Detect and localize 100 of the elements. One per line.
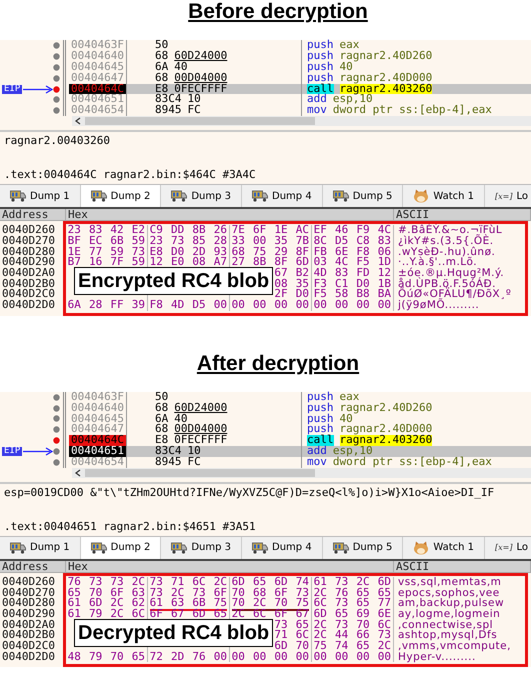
- hex-bytes: 6D 65 69 6E: [314, 607, 391, 620]
- tab[interactable]: Dump 5: [322, 185, 404, 208]
- column-header: Hex: [66, 560, 394, 572]
- tab[interactable]: [x=] Lo: [485, 536, 531, 559]
- truck-icon: [332, 190, 349, 202]
- hex-bytes: F5 58 B8 BA: [314, 287, 391, 300]
- operand-bytes: 40: [174, 62, 188, 73]
- tab[interactable]: Dump 2: [80, 185, 162, 208]
- tab[interactable]: [x=] Lo: [485, 185, 531, 208]
- opcode-bytes: 50: [155, 392, 168, 403]
- dog-icon: [413, 540, 430, 555]
- tab[interactable]: Dump 3: [161, 185, 242, 208]
- mnemonic-text: mov: [307, 457, 327, 468]
- hex-bytes: 00 00 00 00: [314, 298, 391, 312]
- address-cell-text: 0040D2C0: [1, 641, 56, 652]
- opcode-bytes: 8945: [155, 105, 182, 116]
- tab[interactable]: Dump 5: [322, 536, 404, 559]
- truck-icon: [171, 190, 188, 202]
- address-cell-text: 0040D270: [1, 236, 56, 247]
- eip-label: EIP: [2, 84, 22, 94]
- tab[interactable]: Dump 4: [242, 536, 323, 559]
- ascii-text: j(ÿ9øMÕ.........: [396, 300, 480, 311]
- scroll-left-icon: [75, 117, 81, 126]
- column-header: Address: [0, 209, 66, 220]
- mnemonic-text: push: [307, 424, 334, 436]
- operand-text: ragnar2.40D260: [340, 50, 432, 62]
- tab[interactable]: Dump 1: [0, 536, 81, 559]
- truck-icon: [252, 190, 268, 202]
- address-cell-text: 0040D280: [1, 598, 56, 610]
- truck-icon: [10, 542, 26, 554]
- address-cell: 0040464C: [69, 84, 127, 94]
- operand-bytes[interactable]: 60D24000: [174, 402, 228, 414]
- mnemonic-text: push: [307, 62, 334, 73]
- section-heading: After decryption: [196, 352, 360, 376]
- tab[interactable]: Dump 2: [80, 536, 162, 559]
- address-cell-text: 0040D2D0: [1, 652, 56, 662]
- address-cell: 00404645: [69, 62, 127, 73]
- hex-bytes: 70 68 6F 73: [232, 586, 309, 599]
- hex-bytes: 71 6C: [274, 628, 309, 642]
- eip-label: EIP: [2, 447, 22, 456]
- address-cell: 0040463F: [69, 40, 127, 51]
- address-cell-text: 0040D290: [1, 257, 56, 268]
- hex-bytes: 08 35: [274, 276, 309, 290]
- hex-bytes: 23 83 42 E2: [68, 223, 145, 236]
- tab[interactable]: Dump 4: [242, 185, 323, 208]
- hex-bytes: 73 65: [274, 618, 309, 631]
- operand-text: eax: [340, 40, 360, 51]
- mnemonic-text: call: [307, 84, 334, 94]
- hex-bytes: 00 00 00 00: [232, 298, 309, 312]
- hex-bytes: 2C 76 65 65: [314, 586, 391, 599]
- opcode-bytes: 83C4: [155, 94, 182, 106]
- truck-icon: [332, 542, 349, 554]
- info-text: .text:00404651 ragnar2.bin:$4651 #3A51: [4, 520, 257, 533]
- column-header: Hex: [66, 209, 394, 220]
- hex-bytes: BF EC 6B 59: [68, 234, 145, 247]
- mnemonic-text: push: [307, 402, 334, 414]
- opcode-bytes: 83C4: [155, 446, 182, 458]
- arrow-icon: [23, 84, 53, 94]
- section-heading: Before decryption: [188, 0, 368, 24]
- operand-bytes: 10: [188, 446, 201, 458]
- operand-bytes: FC: [188, 105, 201, 116]
- variable-icon: [x=]: [495, 192, 513, 201]
- address-cell: 00404651: [69, 446, 127, 458]
- address-cell: 00404640: [69, 50, 127, 62]
- hex-bytes: 6D 70: [274, 639, 309, 652]
- ascii-text: ·..Y.à.§'..m.Lõ.: [397, 257, 478, 268]
- hex-bytes: 12 E0 08 A7: [150, 255, 227, 268]
- address-cell: 00404651: [69, 94, 127, 106]
- operand-bytes[interactable]: 60D24000: [174, 50, 228, 62]
- hex-bytes: 72 2D 76 00: [150, 650, 227, 663]
- ascii-text: ÕúØ«OFÄLU¶/ÐõX¸º: [398, 289, 512, 300]
- opcode-bytes: 68: [155, 424, 168, 436]
- tab[interactable]: Watch 1: [403, 536, 486, 559]
- tab[interactable]: Dump 3: [161, 536, 242, 559]
- operand-bytes: 0FECFFFF: [174, 435, 228, 446]
- hex-bytes: 67 B2: [274, 266, 309, 279]
- ascii-text: ±óe.®µ.Hqug²M.ý.: [397, 268, 506, 279]
- operand-bytes[interactable]: 00D04000: [174, 424, 228, 436]
- operand-text: dword ptr ss:[ebp-4],eax: [332, 105, 492, 116]
- operand-text: 40: [340, 62, 353, 73]
- address-cell-text: 0040D290: [1, 609, 56, 620]
- arrow-icon: [23, 447, 53, 456]
- hex-bytes: 6D 65 6D 74: [232, 574, 309, 588]
- operand-bytes: FC: [188, 457, 201, 468]
- mnemonic-text: call: [307, 435, 334, 446]
- hex-bytes: 6A 28 FF 39: [68, 298, 145, 312]
- scrollbar[interactable]: [72, 468, 531, 478]
- tab[interactable]: Watch 1: [403, 185, 486, 208]
- scrollbar[interactable]: [72, 116, 531, 126]
- operand-text: ragnar2.403260: [340, 84, 432, 94]
- hex-bytes: 73 2C 73 6F: [150, 586, 227, 599]
- hex-bytes: F8 4D D5 00: [150, 298, 227, 312]
- address-cell-text: 0040D2A0: [1, 268, 56, 279]
- operand-text: ragnar2.40D000: [340, 424, 432, 436]
- operand-bytes: 0FECFFFF: [174, 84, 228, 94]
- operand-bytes[interactable]: 00D04000: [174, 72, 228, 84]
- address-cell: 0040463F: [69, 392, 127, 403]
- tab[interactable]: Dump 1: [0, 185, 81, 208]
- info-text: ragnar2.00403260: [4, 135, 111, 148]
- address-cell-text: 0040D260: [1, 225, 56, 236]
